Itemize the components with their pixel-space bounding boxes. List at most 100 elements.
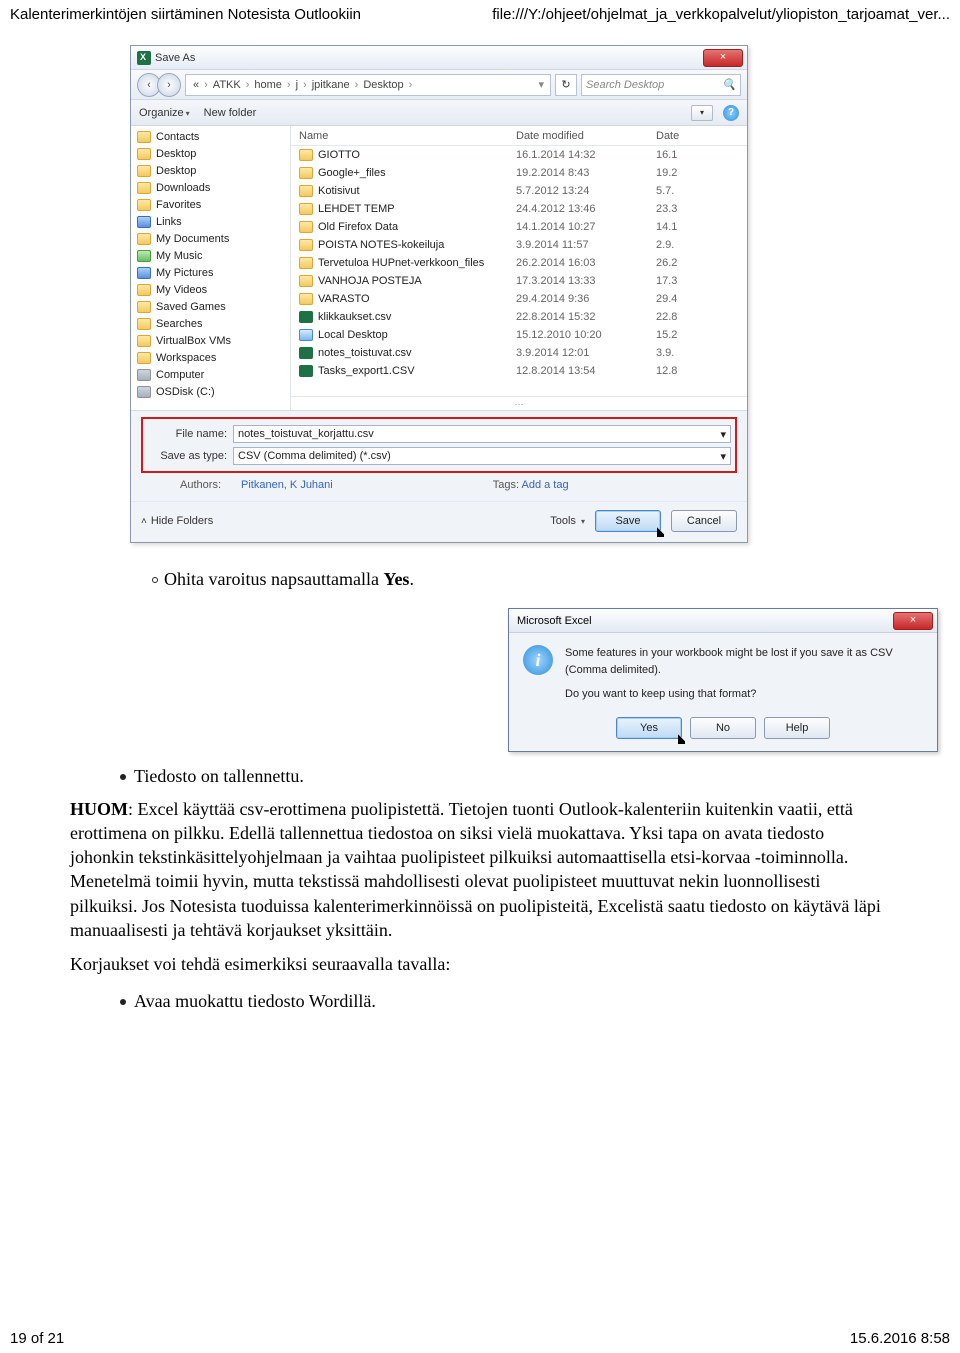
sidebar-item[interactable]: Searches [137,315,290,332]
column-headers[interactable]: Name Date modified Date [291,126,747,146]
sidebar-item[interactable]: Desktop [137,162,290,179]
step-text: Tiedosto on tallennettu. [134,766,304,787]
msg-titlebar[interactable]: Microsoft Excel × [509,609,937,633]
authors-value[interactable]: Pitkanen, K Juhani [241,479,333,491]
file-row[interactable]: Old Firefox Data14.1.2014 10:2714.1 [291,218,747,236]
nav-forward-button[interactable]: › [157,73,181,97]
chevron-down-icon[interactable]: ▾ [536,78,546,91]
file-row[interactable]: VANHOJA POSTEJA17.3.2014 13:3317.3 [291,272,747,290]
folder-icon [137,199,151,211]
file-row[interactable]: Google+_files19.2.2014 8:4319.2 [291,164,747,182]
horizontal-scrollbar[interactable]: ··· [291,396,747,410]
file-row[interactable]: GIOTTO16.1.2014 14:3216.1 [291,146,747,164]
sidebar-item[interactable]: My Videos [137,281,290,298]
yes-button[interactable]: Yes [616,717,682,739]
timestamp: 15.6.2016 8:58 [850,1330,950,1347]
filename-input[interactable]: notes_toistuvat_korjattu.csv ▾ [233,425,731,443]
sidebar-item[interactable]: Favorites [137,196,290,213]
sidebar-item[interactable]: Links [137,213,290,230]
file-icon [299,329,313,341]
save-button[interactable]: Save [595,510,661,532]
chevron-down-icon[interactable]: ▾ [720,428,726,441]
sidebar-item[interactable]: My Documents [137,230,290,247]
file-icon [299,257,313,269]
sidebar-label: My Videos [156,284,207,296]
sidebar-label: Links [156,216,182,228]
close-button[interactable]: × [893,612,933,630]
crumb[interactable]: home [251,79,285,91]
file-row[interactable]: VARASTO29.4.2014 9:3629.4 [291,290,747,308]
sidebar-item[interactable]: My Music [137,247,290,264]
help-icon[interactable]: ? [723,105,739,121]
sidebar-item[interactable]: OSDisk (C:) [137,383,290,400]
chevron-down-icon[interactable]: ▾ [720,450,726,463]
file-icon [299,149,313,161]
sidebar-label: My Music [156,250,202,262]
file-row[interactable]: notes_toistuvat.csv3.9.2014 12:013.9. [291,344,747,362]
file-row[interactable]: Tervetuloa HUPnet-verkkoon_files26.2.201… [291,254,747,272]
file-date2: 23.3 [656,203,747,215]
note-paragraph: HUOM: Excel käyttää csv-erottimena puoli… [70,797,890,943]
crumb[interactable]: « [190,79,202,91]
close-button[interactable]: × [703,49,743,67]
crumb[interactable]: jpitkane [309,79,353,91]
sidebar-item[interactable]: Desktop [137,145,290,162]
sidebar-item[interactable]: Contacts [137,128,290,145]
saveastype-select[interactable]: CSV (Comma delimited) (*.csv) ▾ [233,447,731,465]
col-date[interactable]: Date modified [516,130,656,142]
tools-button[interactable]: Tools ▾ [550,515,585,527]
view-options-button[interactable]: ▾ [691,105,713,121]
organize-button[interactable]: Organize▾ [139,107,190,119]
file-rows[interactable]: GIOTTO16.1.2014 14:3216.1Google+_files19… [291,146,747,396]
sidebar-item[interactable]: VirtualBox VMs [137,332,290,349]
breadcrumb-bar[interactable]: «› ATKK› home› j› jpitkane› Desktop› ▾ [185,74,551,96]
file-icon [299,293,313,305]
file-row[interactable]: Tasks_export1.CSV12.8.2014 13:5412.8 [291,362,747,380]
sidebar-label: Contacts [156,131,199,143]
sidebar-item[interactable]: My Pictures [137,264,290,281]
folder-tree[interactable]: Contacts Desktop Desktop Downloads Favor… [131,126,291,410]
sidebar-item[interactable]: Downloads [137,179,290,196]
file-url: file:///Y:/ohjeet/ohjelmat_ja_verkkopalv… [492,6,950,23]
sidebar-item[interactable]: Saved Games [137,298,290,315]
folder-icon [137,267,151,279]
sidebar-label: My Documents [156,233,229,245]
cancel-button[interactable]: Cancel [671,510,737,532]
help-button[interactable]: Help [764,717,830,739]
new-folder-button[interactable]: New folder [204,107,257,119]
step-text: Avaa muokattu tiedosto Wordillä. [134,991,376,1012]
folder-icon [137,233,151,245]
file-row[interactable]: Kotisivut5.7.2012 13:245.7. [291,182,747,200]
no-button[interactable]: No [690,717,756,739]
folder-icon [137,352,151,364]
tags-value[interactable]: Add a tag [521,479,568,491]
file-row[interactable]: klikkaukset.csv22.8.2014 15:3222.8 [291,308,747,326]
file-date: 26.2.2014 16:03 [516,257,656,269]
file-row[interactable]: POISTA NOTES-kokeiluja3.9.2014 11:572.9. [291,236,747,254]
folder-icon [137,216,151,228]
refresh-button[interactable]: ↻ [555,74,577,96]
address-bar-row: ‹ › «› ATKK› home› j› jpitkane› Desktop›… [131,70,747,100]
folder-icon [137,250,151,262]
bullet-icon [152,577,158,583]
search-input[interactable]: Search Desktop 🔍 [581,74,741,96]
chevron-right-icon: › [202,79,210,91]
col-date2[interactable]: Date [656,130,747,142]
file-row[interactable]: Local Desktop15.12.2010 10:2015.2 [291,326,747,344]
crumb[interactable]: ATKK [210,79,244,91]
folder-icon [137,284,151,296]
authors-label: Authors: [141,479,221,491]
sidebar-item[interactable]: Computer [137,366,290,383]
col-name[interactable]: Name [291,130,516,142]
titlebar[interactable]: Save As × [131,46,747,70]
folder-icon [137,148,151,160]
file-name: notes_toistuvat.csv [318,347,412,359]
file-row[interactable]: LEHDET TEMP24.4.2012 13:4623.3 [291,200,747,218]
hide-folders-button[interactable]: ˄ Hide Folders [141,515,213,527]
file-icon [299,203,313,215]
sidebar-item[interactable]: Workspaces [137,349,290,366]
chevron-up-icon: ˄ [141,516,147,527]
crumb[interactable]: Desktop [360,79,406,91]
crumb[interactable]: j [293,79,301,91]
file-date2: 5.7. [656,185,747,197]
